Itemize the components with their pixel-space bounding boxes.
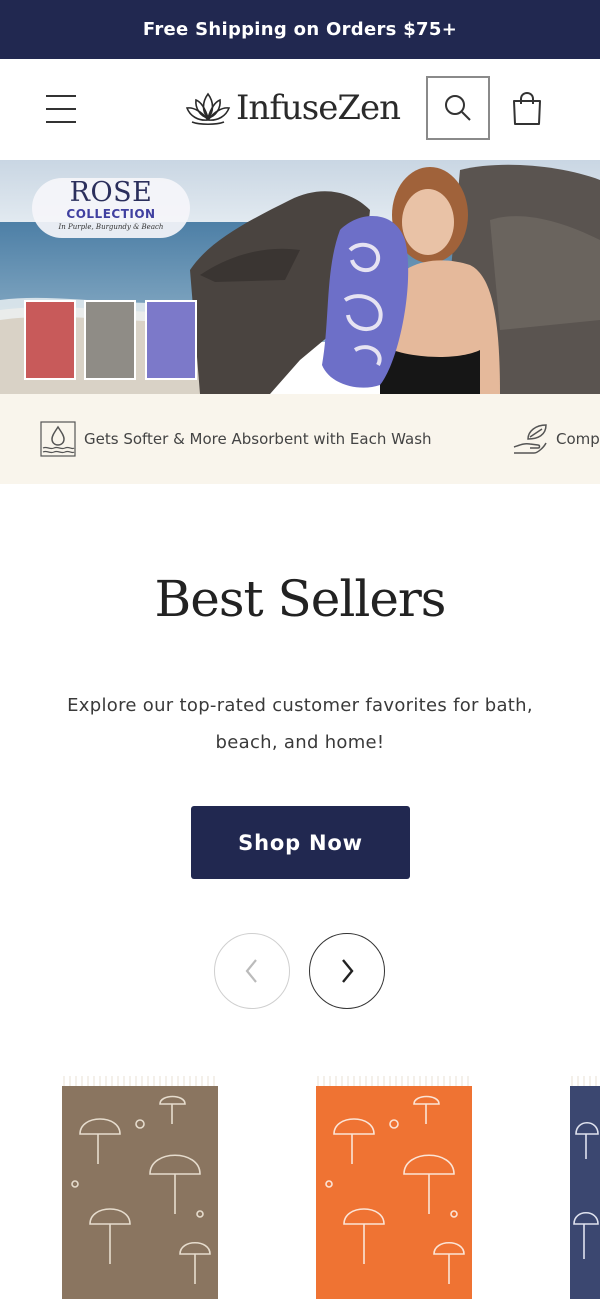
feature-item: Gets Softer & More Absorbent with Each W… xyxy=(40,421,432,457)
collection-badge: ROSE COLLECTION In Purple, Burgundy & Be… xyxy=(32,178,190,238)
water-drop-waves-icon xyxy=(40,421,76,457)
search-button[interactable] xyxy=(426,76,490,140)
site-header: InfuseZen xyxy=(0,59,600,160)
brand-name: InfuseZen xyxy=(236,88,401,128)
shopping-bag-icon xyxy=(513,91,541,125)
announcement-bar: Free Shipping on Orders $75+ xyxy=(0,0,600,59)
swatch-burgundy xyxy=(24,300,76,380)
hero-banner[interactable]: ROSE COLLECTION In Purple, Burgundy & Be… xyxy=(0,160,600,394)
feature-text: Comp xyxy=(556,430,600,448)
hand-leaf-icon xyxy=(513,424,547,454)
swatch-beach xyxy=(84,300,136,380)
product-card[interactable] xyxy=(60,1074,222,1299)
product-image xyxy=(570,1076,600,1299)
product-image xyxy=(62,1076,218,1299)
shop-now-button[interactable]: Shop Now xyxy=(191,806,410,879)
section-description: Explore our top-rated customer favorites… xyxy=(67,695,533,753)
announcement-text: Free Shipping on Orders $75+ xyxy=(142,19,458,40)
product-card[interactable] xyxy=(314,1074,476,1299)
product-image xyxy=(316,1076,472,1299)
badge-title: ROSE xyxy=(69,177,153,208)
swatch-purple xyxy=(145,300,197,380)
chevron-right-icon xyxy=(342,959,354,983)
carousel-next-button[interactable] xyxy=(309,933,385,1009)
badge-subtitle: COLLECTION xyxy=(66,207,156,221)
feature-text: Gets Softer & More Absorbent with Each W… xyxy=(84,430,432,448)
cart-button[interactable] xyxy=(503,83,551,135)
badge-tagline: In Purple, Burgundy & Beach xyxy=(58,223,164,231)
product-card[interactable] xyxy=(568,1074,600,1299)
chevron-left-icon xyxy=(245,959,257,983)
section-title: Best Sellers xyxy=(154,570,447,628)
hamburger-menu-icon[interactable] xyxy=(40,89,82,129)
feature-strip: Gets Softer & More Absorbent with Each W… xyxy=(0,394,600,484)
carousel-prev-button[interactable] xyxy=(214,933,290,1009)
search-icon xyxy=(445,95,471,121)
logo[interactable]: InfuseZen xyxy=(184,85,401,131)
feature-item: Comp xyxy=(512,421,600,457)
lotus-logo-icon xyxy=(185,92,231,126)
